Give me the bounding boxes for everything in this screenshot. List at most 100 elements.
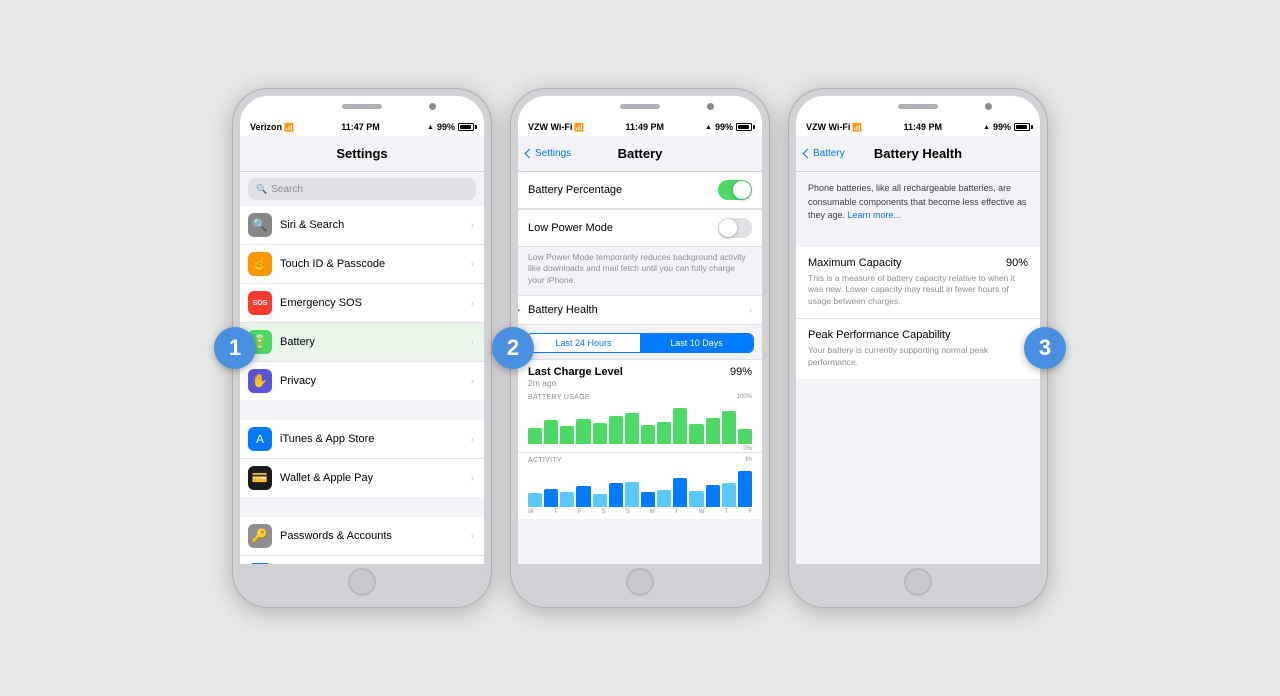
usage-chart-section: BATTERY USAGE 100%: [518, 390, 762, 452]
bar-u-4: [576, 419, 590, 444]
status-bar-2: VZW Wi-Fi 📶 11:49 PM ▲ 99%: [518, 118, 762, 136]
nav-title-3: Battery Health: [874, 146, 962, 161]
home-button-1[interactable]: [348, 568, 376, 596]
back-chevron-3: [803, 149, 813, 159]
location-icon-1: ▲: [427, 124, 434, 131]
battery-row[interactable]: 🔋 Battery ›: [240, 323, 484, 362]
status-left-1: Verizon 📶: [250, 122, 294, 132]
last-charge-time: 2m ago: [528, 378, 623, 388]
low-power-toggle-label: Low Power Mode: [528, 222, 718, 234]
phone-3-screen: VZW Wi-Fi 📶 11:49 PM ▲ 99%: [796, 96, 1040, 600]
location-icon-2: ▲: [705, 124, 712, 131]
battery-pct-1: 99%: [437, 122, 455, 132]
back-to-settings[interactable]: Settings: [526, 148, 571, 159]
back-chevron-2: [525, 149, 535, 159]
main-scene: 1 Verizon 📶 11:47 PM ▲ 99%: [212, 68, 1068, 628]
health-chevron: ›: [749, 305, 752, 316]
battery-pct-2: 99%: [715, 122, 733, 132]
privacy-row[interactable]: ✋ Privacy ›: [240, 362, 484, 400]
back-to-battery[interactable]: Battery: [804, 148, 845, 159]
status-right-2: ▲ 99%: [705, 122, 752, 132]
battery-fill-1: [460, 125, 471, 129]
status-right-1: ▲ 99%: [427, 122, 474, 132]
peak-perf-row: Peak Performance Capability Your battery…: [796, 319, 1040, 379]
settings-screen: 🔍 Search 🔍 Siri & Search › ☝: [240, 172, 484, 564]
wallet-chevron: ›: [471, 473, 474, 484]
touchid-row[interactable]: ☝ Touch ID & Passcode ›: [240, 245, 484, 284]
step2-arrow: ▶: [518, 301, 521, 319]
phone-2-top: [518, 96, 762, 118]
location-icon-3: ▲: [983, 124, 990, 131]
bar-u-6: [609, 416, 623, 444]
bar-a-14: [738, 471, 752, 507]
bar-a-10: [673, 478, 687, 507]
tab-24h[interactable]: Last 24 Hours: [527, 334, 640, 352]
low-power-toggle[interactable]: [718, 218, 752, 238]
toggles-container: Battery Percentage Low Power Mode: [518, 172, 762, 247]
usage-bar-chart: [528, 401, 752, 446]
health-screen: Phone batteries, like all rechargeable b…: [796, 172, 1040, 564]
touchid-chevron: ›: [471, 259, 474, 270]
last-charge-container: Last Charge Level 2m ago 99%: [518, 359, 762, 390]
battery-row-chevron: ›: [471, 337, 474, 348]
bar-u-12: [706, 418, 720, 445]
touchid-label: Touch ID & Passcode: [280, 258, 471, 270]
low-power-toggle-row: Low Power Mode: [518, 210, 762, 247]
max-capacity-desc: This is a measure of battery capacity re…: [808, 273, 1028, 309]
last-charge-info: Last Charge Level 2m ago: [528, 366, 623, 388]
health-section: Maximum Capacity 90% This is a measure o…: [796, 247, 1040, 379]
wallet-row[interactable]: 💳 Wallet & Apple Pay ›: [240, 459, 484, 497]
max-capacity-value: 90%: [1006, 257, 1028, 269]
privacy-label: Privacy: [280, 375, 471, 387]
bar-u-9: [657, 422, 671, 445]
settings-section-1: 🔍 Siri & Search › ☝ Touch ID & Passcode …: [240, 206, 484, 400]
search-bar[interactable]: 🔍 Search: [248, 178, 476, 200]
bar-a-2: [544, 489, 558, 507]
back-label-3: Battery: [813, 148, 845, 159]
nav-title-2: Battery: [618, 146, 663, 161]
step-3-badge: 3: [1024, 327, 1066, 369]
appstore-row[interactable]: A iTunes & App Store ›: [240, 420, 484, 459]
bar-u-11: [689, 424, 703, 445]
peak-perf-label: Peak Performance Capability: [808, 329, 950, 341]
health-row-container: Battery Health › ▶: [518, 295, 762, 325]
activity-day-labels: WTFSSMTWTF: [528, 509, 752, 515]
max-capacity-header: Maximum Capacity 90%: [808, 257, 1028, 269]
tab-10d[interactable]: Last 10 Days: [640, 334, 753, 352]
siri-search-row[interactable]: 🔍 Siri & Search ›: [240, 206, 484, 245]
battery-health-row[interactable]: Battery Health ›: [518, 295, 762, 325]
phone-1: Verizon 📶 11:47 PM ▲ 99% Settings: [232, 88, 492, 608]
bar-a-4: [576, 486, 590, 507]
bar-u-1: [528, 428, 542, 444]
appstore-label: iTunes & App Store: [280, 433, 471, 445]
sos-row[interactable]: SOS Emergency SOS ›: [240, 284, 484, 323]
mail-row[interactable]: ✉ Mail ›: [240, 556, 484, 564]
nav-bar-1: Settings: [240, 136, 484, 172]
carrier-2: VZW Wi-Fi: [528, 122, 572, 132]
status-bar-3: VZW Wi-Fi 📶 11:49 PM ▲ 99%: [796, 118, 1040, 136]
learn-more-link[interactable]: Learn more...: [848, 210, 902, 220]
appstore-icon: A: [248, 427, 272, 451]
home-button-2[interactable]: [626, 568, 654, 596]
bar-u-2: [544, 420, 558, 444]
bar-u-8: [641, 425, 655, 445]
phone-3-top: [796, 96, 1040, 118]
bar-a-7: [625, 482, 639, 507]
usage-header: BATTERY USAGE 100%: [528, 394, 752, 401]
siri-chevron: ›: [471, 220, 474, 231]
bar-a-9: [657, 490, 671, 507]
usage-label: BATTERY USAGE: [528, 394, 590, 401]
step-1-badge: 1: [214, 327, 256, 369]
last-charge-title: Last Charge Level: [528, 366, 623, 378]
home-button-3[interactable]: [904, 568, 932, 596]
battery-pct-toggle[interactable]: [718, 180, 752, 200]
last-charge-row: Last Charge Level 2m ago 99%: [528, 366, 752, 388]
max-capacity-label: Maximum Capacity: [808, 257, 902, 269]
bar-u-3: [560, 426, 574, 444]
health-gap: [796, 233, 1040, 245]
battery-fill-2: [738, 125, 749, 129]
appstore-chevron: ›: [471, 434, 474, 445]
passwords-row[interactable]: 🔑 Passwords & Accounts ›: [240, 517, 484, 556]
speaker-icon-2: [620, 104, 660, 109]
toggle-knob-on: [733, 181, 751, 199]
